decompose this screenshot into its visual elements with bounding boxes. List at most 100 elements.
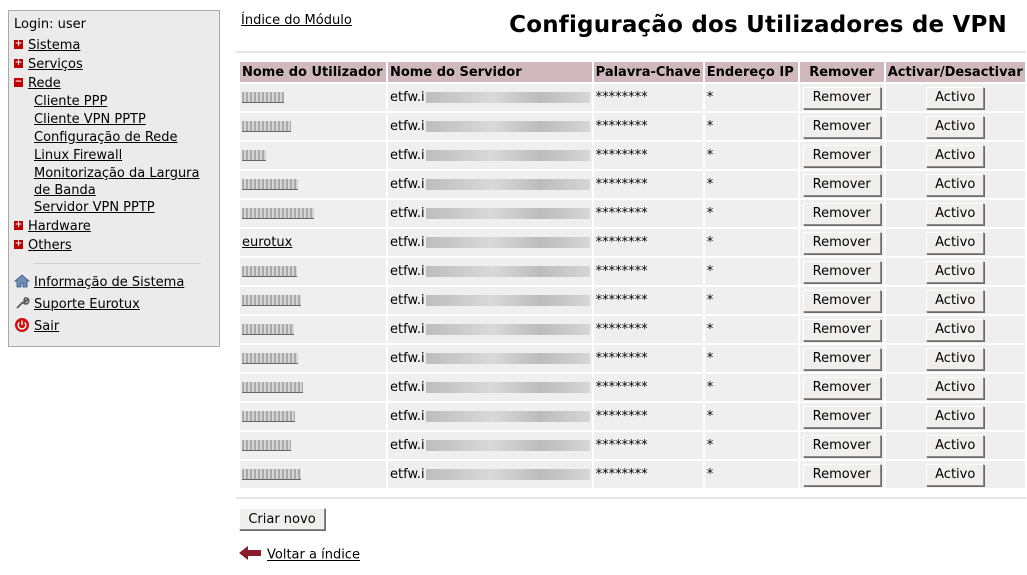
info-sistema-link[interactable]: Informação de Sistema bbox=[34, 275, 184, 290]
header-divider bbox=[236, 51, 1026, 53]
user-link-redacted[interactable] bbox=[242, 206, 314, 221]
activo-toggle-button[interactable]: Activo bbox=[926, 231, 985, 254]
user-link-redacted[interactable] bbox=[242, 90, 284, 105]
activo-toggle-button[interactable]: Activo bbox=[926, 405, 985, 428]
remover-button[interactable]: Remover bbox=[802, 260, 881, 283]
user-link-redacted[interactable] bbox=[242, 467, 301, 482]
user-cell bbox=[240, 142, 386, 169]
indice-modulo-link[interactable]: Índice do Módulo bbox=[241, 13, 352, 28]
server-name: etfw.i bbox=[390, 206, 425, 221]
activo-toggle-button[interactable]: Activo bbox=[926, 318, 985, 341]
user-link-redacted[interactable] bbox=[242, 322, 294, 337]
remover-button[interactable]: Remover bbox=[802, 144, 881, 167]
remover-button[interactable]: Remover bbox=[802, 318, 881, 341]
user-link-redacted[interactable] bbox=[242, 264, 297, 279]
sidebar-item-sistema[interactable]: + Sistema bbox=[14, 36, 219, 55]
remover-button[interactable]: Remover bbox=[802, 173, 881, 196]
power-icon bbox=[14, 317, 30, 333]
expand-plus-icon[interactable]: + bbox=[14, 240, 23, 249]
voltar-indice-link[interactable]: Voltar a índice bbox=[267, 548, 360, 563]
activo-toggle-button[interactable]: Activo bbox=[926, 289, 985, 312]
sidebar-sub-configuracao-rede[interactable]: Configuração de Rede bbox=[34, 130, 178, 145]
page-title: Configuração dos Utilizadores de VPN bbox=[509, 12, 1007, 38]
remover-button[interactable]: Remover bbox=[802, 231, 881, 254]
remove-cell: Remover bbox=[799, 200, 884, 227]
sidebar-link-rede[interactable]: Rede bbox=[28, 76, 61, 91]
activo-toggle-button[interactable]: Activo bbox=[926, 376, 985, 399]
sidebar-link-hardware[interactable]: Hardware bbox=[28, 219, 91, 234]
activo-toggle-button[interactable]: Activo bbox=[926, 347, 985, 370]
server-name-redacted bbox=[425, 121, 590, 132]
remover-button[interactable]: Remover bbox=[802, 405, 881, 428]
user-link-redacted[interactable] bbox=[242, 409, 295, 424]
password-cell: ******** bbox=[593, 316, 703, 343]
table-row: etfw.i ******** * Remover Activo bbox=[240, 171, 1025, 198]
activo-toggle-button[interactable]: Activo bbox=[926, 144, 985, 167]
activo-toggle-button[interactable]: Activo bbox=[926, 202, 985, 225]
sidebar-link-servicos[interactable]: Serviços bbox=[28, 57, 83, 72]
user-cell bbox=[240, 113, 386, 140]
sidebar-sub-cliente-ppp[interactable]: Cliente PPP bbox=[34, 94, 107, 109]
remover-button[interactable]: Remover bbox=[802, 463, 881, 486]
remove-cell: Remover bbox=[799, 461, 884, 488]
activo-toggle-button[interactable]: Activo bbox=[926, 434, 985, 457]
server-name: etfw.i bbox=[390, 293, 425, 308]
activo-toggle-button[interactable]: Activo bbox=[926, 115, 985, 138]
footer-divider bbox=[236, 497, 1026, 499]
activo-toggle-button[interactable]: Activo bbox=[926, 86, 985, 109]
server-name-redacted bbox=[425, 324, 590, 335]
remover-button[interactable]: Remover bbox=[802, 202, 881, 225]
sidebar-sub-linux-firewall[interactable]: Linux Firewall bbox=[34, 148, 122, 163]
activo-toggle-button[interactable]: Activo bbox=[926, 173, 985, 196]
sidebar-item-others[interactable]: + Others bbox=[14, 236, 219, 255]
activo-toggle-button[interactable]: Activo bbox=[926, 260, 985, 283]
toggle-cell: Activo bbox=[885, 229, 1025, 256]
user-link-redacted[interactable] bbox=[242, 380, 303, 395]
user-link-redacted[interactable] bbox=[242, 293, 301, 308]
sair-link[interactable]: Sair bbox=[34, 319, 59, 334]
col-header-server: Nome do Servidor bbox=[388, 62, 592, 82]
user-link-redacted[interactable] bbox=[242, 177, 298, 192]
back-arrow-icon[interactable] bbox=[238, 545, 262, 565]
sidebar-sub-monitorizacao[interactable]: Monitorização da Largura de Banda bbox=[34, 166, 200, 198]
criar-novo-button[interactable]: Criar novo bbox=[239, 508, 325, 530]
user-link-redacted[interactable] bbox=[242, 148, 266, 163]
server-name-redacted bbox=[425, 150, 590, 161]
suporte-eurotux-link[interactable]: Suporte Eurotux bbox=[34, 297, 140, 312]
user-link-redacted[interactable] bbox=[242, 351, 298, 366]
password-cell: ******** bbox=[593, 345, 703, 372]
expand-plus-icon[interactable]: + bbox=[14, 59, 23, 68]
sidebar-item-hardware[interactable]: + Hardware bbox=[14, 217, 219, 236]
remover-button[interactable]: Remover bbox=[802, 115, 881, 138]
server-cell: etfw.i bbox=[388, 432, 592, 459]
collapse-minus-icon[interactable]: − bbox=[14, 78, 23, 87]
user-cell bbox=[240, 461, 386, 488]
activo-toggle-button[interactable]: Activo bbox=[926, 463, 985, 486]
sidebar-item-servicos[interactable]: + Serviços bbox=[14, 55, 219, 74]
user-cell bbox=[240, 258, 386, 285]
remover-button[interactable]: Remover bbox=[802, 376, 881, 399]
sidebar-item-rede[interactable]: − Rede bbox=[14, 74, 219, 93]
home-icon bbox=[13, 273, 31, 289]
remover-button[interactable]: Remover bbox=[802, 289, 881, 312]
sidebar-link-sistema[interactable]: Sistema bbox=[28, 38, 80, 53]
user-link-redacted[interactable] bbox=[242, 438, 291, 453]
user-link[interactable]: eurotux bbox=[242, 235, 292, 250]
user-cell bbox=[240, 84, 386, 111]
sidebar-sub-servidor-vpn-pptp[interactable]: Servidor VPN PPTP bbox=[34, 200, 155, 215]
table-row: etfw.i ******** * Remover Activo bbox=[240, 345, 1025, 372]
user-link-redacted[interactable] bbox=[242, 119, 291, 134]
remover-button[interactable]: Remover bbox=[802, 86, 881, 109]
sidebar-link-others[interactable]: Others bbox=[28, 238, 72, 253]
password-cell: ******** bbox=[593, 84, 703, 111]
expand-plus-icon[interactable]: + bbox=[14, 40, 23, 49]
remover-button[interactable]: Remover bbox=[802, 347, 881, 370]
password-cell: ******** bbox=[593, 142, 703, 169]
voltar-indice[interactable]: Voltar a índice bbox=[238, 545, 360, 565]
sidebar-sub-cliente-vpn-pptp[interactable]: Cliente VPN PPTP bbox=[34, 112, 146, 127]
toggle-cell: Activo bbox=[885, 345, 1025, 372]
remover-button[interactable]: Remover bbox=[802, 434, 881, 457]
server-name-redacted bbox=[425, 266, 590, 277]
password-cell: ******** bbox=[593, 287, 703, 314]
expand-plus-icon[interactable]: + bbox=[14, 221, 23, 230]
